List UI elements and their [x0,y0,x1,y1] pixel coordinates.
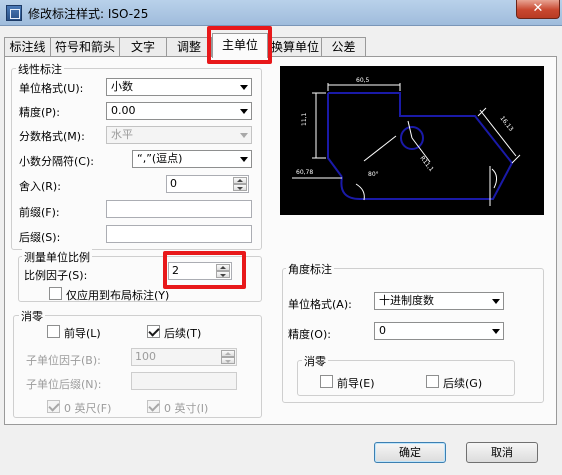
ok-button[interactable]: 确定 [374,442,446,463]
chevron-down-icon [240,157,248,162]
scale-factor-highlight-box [163,251,246,289]
spin-up-icon[interactable] [221,350,235,357]
fraction-format-label: 分数格式(M): [19,130,85,143]
precision-value: 0.00 [111,104,136,117]
measurement-scale-label: 测量单位比例 [22,249,92,265]
angular-unit-format-label: 单位格式(A): [288,298,352,311]
angular-unit-format-select[interactable]: 十进制度数 [374,292,504,310]
preview-dim-left: 11,1 [301,112,308,126]
preview-dim-right: 16,13 [498,115,514,133]
preview-dims [292,83,521,206]
leading-zero-checkbox[interactable] [47,325,60,338]
cancel-button[interactable]: 取消 [466,442,538,463]
tab-tolerances[interactable]: 公差 [321,37,366,57]
unit-format-select[interactable]: 小数 [106,78,252,96]
tab-fit[interactable]: 调整 [166,37,212,57]
round-off-value: 0 [170,177,177,190]
title-bar: 修改标注样式: ISO-25 ✕ [0,0,562,26]
fraction-format-select[interactable]: 水平 [106,126,252,144]
angular-trailing-label: 后续(G) [443,377,483,390]
tab-symbols-arrows[interactable]: 符号和箭头 [50,37,120,57]
unit-format-label: 单位格式(U): [19,82,84,95]
decimal-separator-value: “,”(逗点) [137,152,183,165]
zero-inches-label: 0 英寸(I) [164,402,209,415]
preview-dim-top: 60,5 [356,77,370,84]
sub-unit-suffix-label: 子单位后缀(N): [26,378,102,391]
suffix-input[interactable] [106,225,252,243]
round-off-label: 舍入(R): [19,180,61,193]
angular-unit-format-value: 十进制度数 [379,294,434,307]
decimal-separator-label: 小数分隔符(C): [19,155,94,168]
zero-feet-checkbox[interactable] [47,400,60,413]
chevron-down-icon [240,133,248,138]
angular-group-label: 角度标注 [286,261,334,277]
angular-precision-value: 0 [379,324,386,337]
fraction-format-value: 水平 [111,128,133,141]
decimal-separator-select[interactable]: “,”(逗点) [132,150,252,168]
zero-inches-checkbox[interactable] [147,400,160,413]
chevron-down-icon [492,299,500,304]
spin-down-icon[interactable] [221,357,235,364]
unit-format-value: 小数 [111,80,133,93]
angular-leading-checkbox[interactable] [320,375,333,388]
app-icon [6,5,22,21]
sub-unit-factor-label: 子单位因子(B): [26,354,101,367]
scale-factor-label: 比例因子(S): [24,269,88,282]
preview-dim-bottom: 60,78 [296,169,313,176]
chevron-down-icon [240,85,248,90]
tab-dimension-lines[interactable]: 标注线 [4,37,51,57]
tab-text[interactable]: 文字 [119,37,167,57]
round-off-input[interactable]: 0 [166,175,249,193]
angular-leading-label: 前导(E) [337,377,375,390]
prefix-label: 前缀(F): [19,206,60,219]
tab-highlight-box [207,26,272,64]
chevron-down-icon [492,329,500,334]
spin-up-icon[interactable] [233,177,247,184]
prefix-input[interactable] [106,200,252,218]
angular-trailing-checkbox[interactable] [426,375,439,388]
sub-unit-suffix-input[interactable] [131,372,237,390]
close-button[interactable]: ✕ [516,0,560,19]
precision-label: 精度(P): [19,106,60,119]
preview-dim-angle: 80° [368,171,379,178]
suffix-label: 后缀(S): [19,231,61,244]
zero-suppression-label: 消零 [19,308,45,324]
apply-layout-checkbox[interactable] [49,287,62,300]
spin-down-icon[interactable] [233,184,247,191]
linear-group-label: 线性标注 [16,61,64,77]
sub-unit-factor-value: 100 [135,350,156,363]
angular-zero-label: 消零 [302,353,328,369]
trailing-zero-label: 后续(T) [164,327,202,340]
angular-precision-select[interactable]: 0 [374,322,504,340]
zero-feet-label: 0 英尺(F) [64,402,112,415]
apply-layout-label: 仅应用到布局标注(Y) [66,289,170,302]
tab-alternate-units[interactable]: 换算单位 [268,37,322,57]
sub-unit-factor-input[interactable]: 100 [131,348,237,366]
dimension-preview: 60,5 11,1 16,13 R11,1 60,78 80° [280,66,544,215]
angular-precision-label: 精度(O): [288,328,331,341]
leading-zero-label: 前导(L) [64,327,101,340]
precision-select[interactable]: 0.00 [106,102,252,120]
trailing-zero-checkbox[interactable] [147,325,160,338]
chevron-down-icon [240,109,248,114]
preview-dim-r: R11,1 [418,155,434,173]
window-title: 修改标注样式: ISO-25 [28,7,149,21]
